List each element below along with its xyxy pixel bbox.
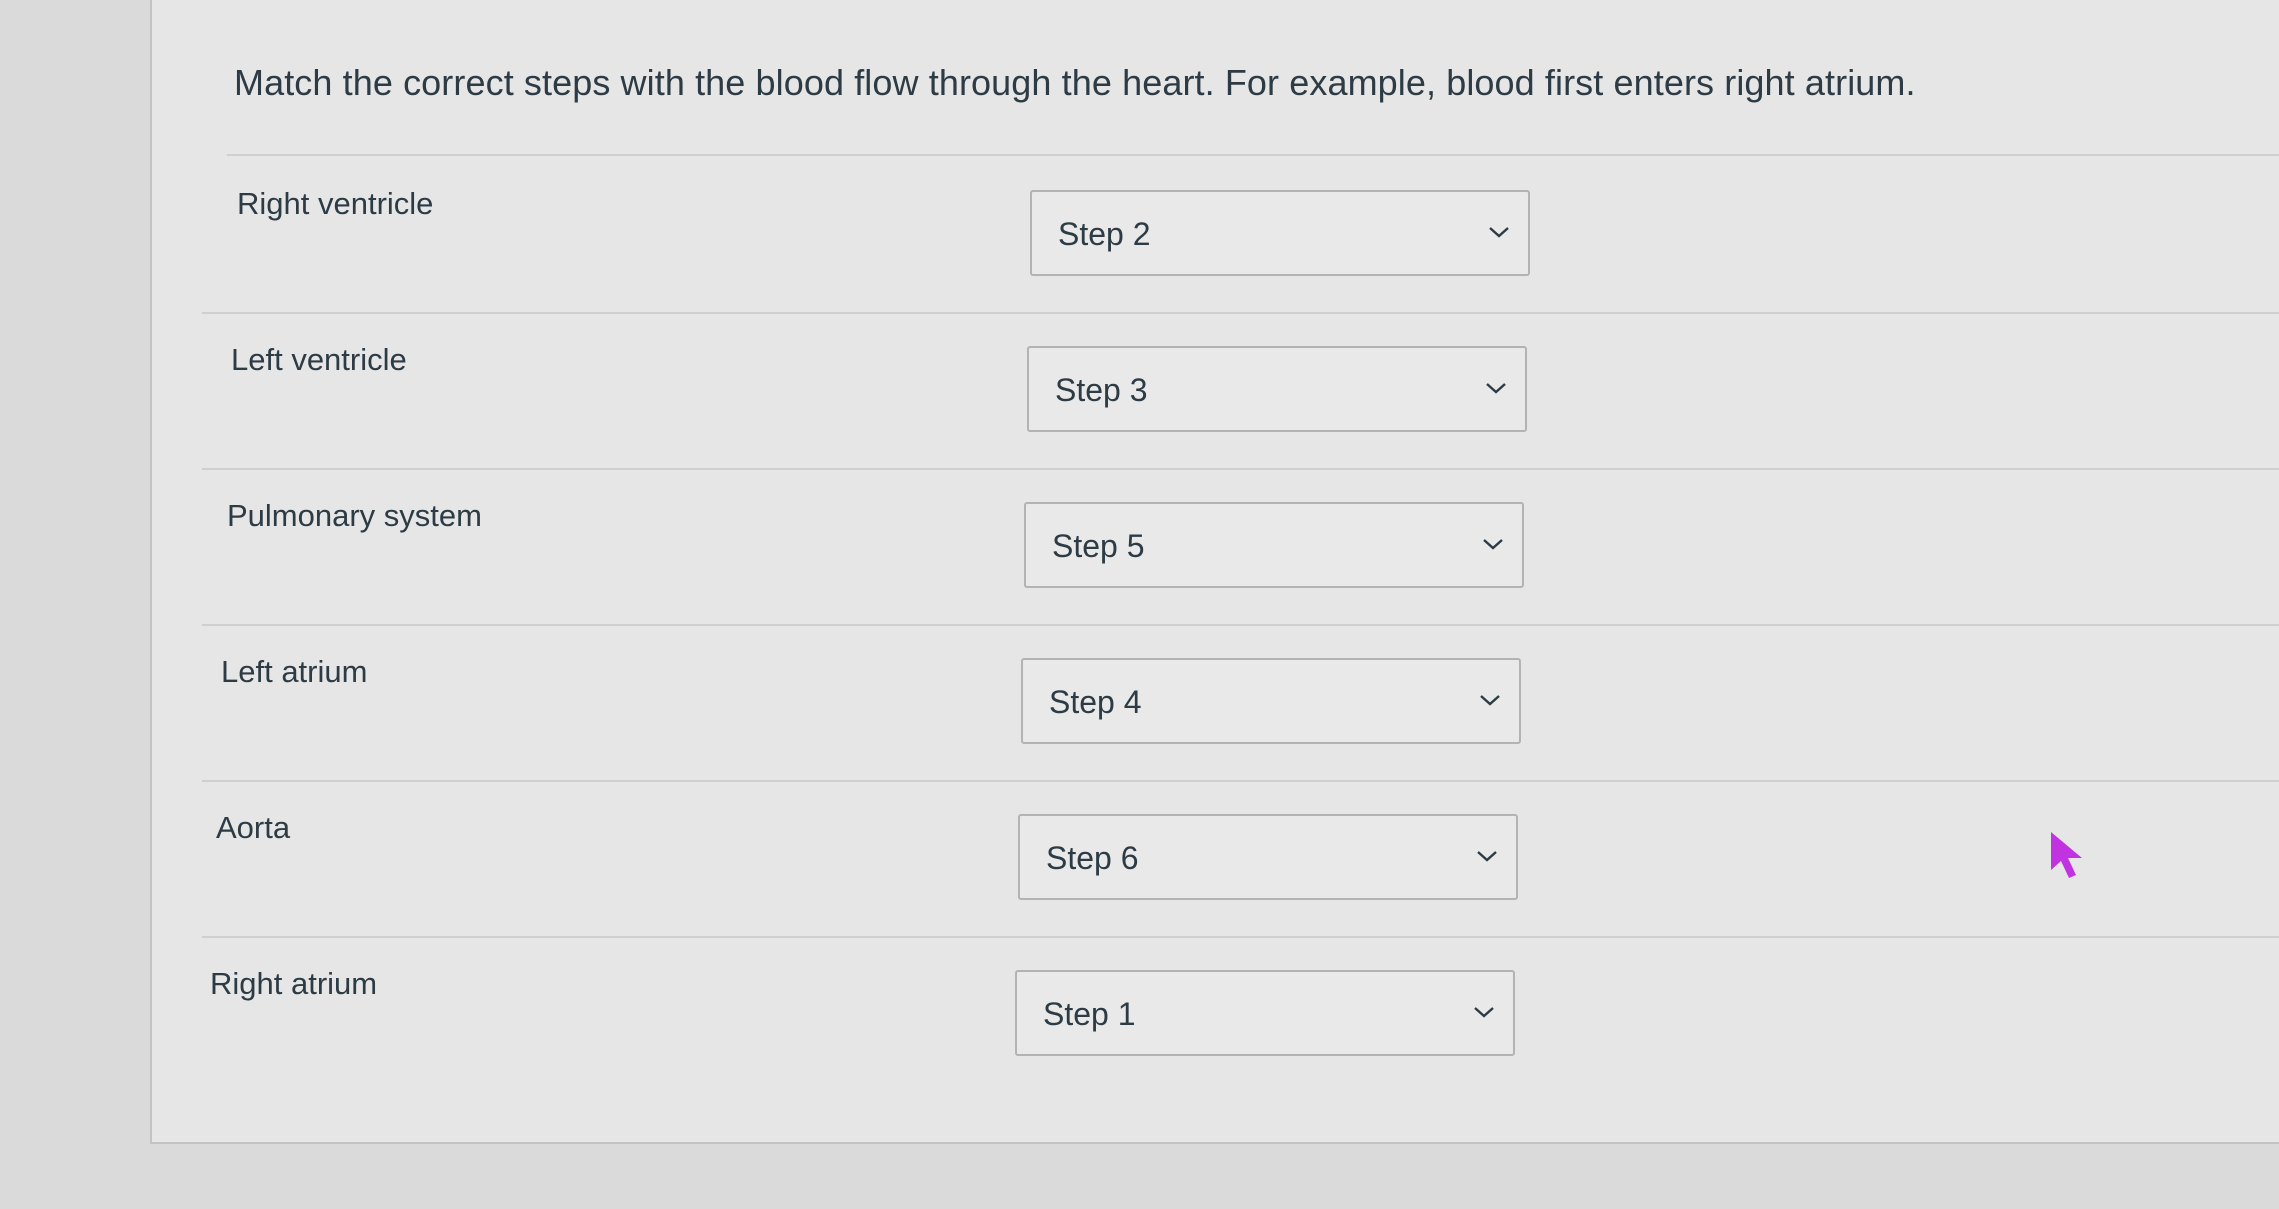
row-label: Right ventricle (237, 186, 434, 221)
select-value: Step 6 (1046, 840, 1139, 876)
chevron-down-icon (1480, 695, 1500, 706)
mouse-cursor-icon (2051, 832, 2082, 878)
chevron-down-icon (1474, 1007, 1494, 1018)
question-card: Match the correct steps with the blood f… (150, 0, 2279, 1144)
row-label: Right atrium (210, 966, 378, 1001)
step-select-right-atrium[interactable]: Step 1 (1015, 970, 1515, 1056)
select-value: Step 4 (1049, 684, 1142, 720)
chevron-down-icon (1486, 383, 1506, 394)
question-prompt: Match the correct steps with the blood f… (234, 62, 1916, 103)
select-value: Step 1 (1043, 996, 1136, 1032)
match-row-right-ventricle: Right ventricle Step 2 (202, 158, 2279, 314)
step-select-right-ventricle[interactable]: Step 2 (1030, 190, 1530, 276)
row-label: Left ventricle (231, 342, 407, 377)
match-row-right-atrium: Right atrium Step 1 (202, 938, 2279, 1094)
match-row-left-ventricle: Left ventricle Step 3 (202, 314, 2279, 470)
select-value: Step 2 (1058, 216, 1151, 252)
match-row-aorta: Aorta Step 6 (202, 782, 2279, 938)
step-select-pulmonary-system[interactable]: Step 5 (1024, 502, 1524, 588)
step-select-aorta[interactable]: Step 6 (1018, 814, 1518, 900)
step-select-left-ventricle[interactable]: Step 3 (1027, 346, 1527, 432)
select-value: Step 3 (1055, 372, 1148, 408)
chevron-down-icon (1483, 539, 1503, 550)
row-label: Left atrium (221, 654, 368, 689)
select-value: Step 5 (1052, 528, 1145, 564)
step-select-left-atrium[interactable]: Step 4 (1021, 658, 1521, 744)
match-row-left-atrium: Left atrium Step 4 (202, 626, 2279, 782)
row-label: Aorta (216, 810, 291, 845)
row-label: Pulmonary system (227, 498, 482, 533)
header-divider (227, 154, 2279, 156)
chevron-down-icon (1489, 227, 1509, 238)
match-row-pulmonary-system: Pulmonary system Step 5 (202, 470, 2279, 626)
chevron-down-icon (1477, 851, 1497, 862)
